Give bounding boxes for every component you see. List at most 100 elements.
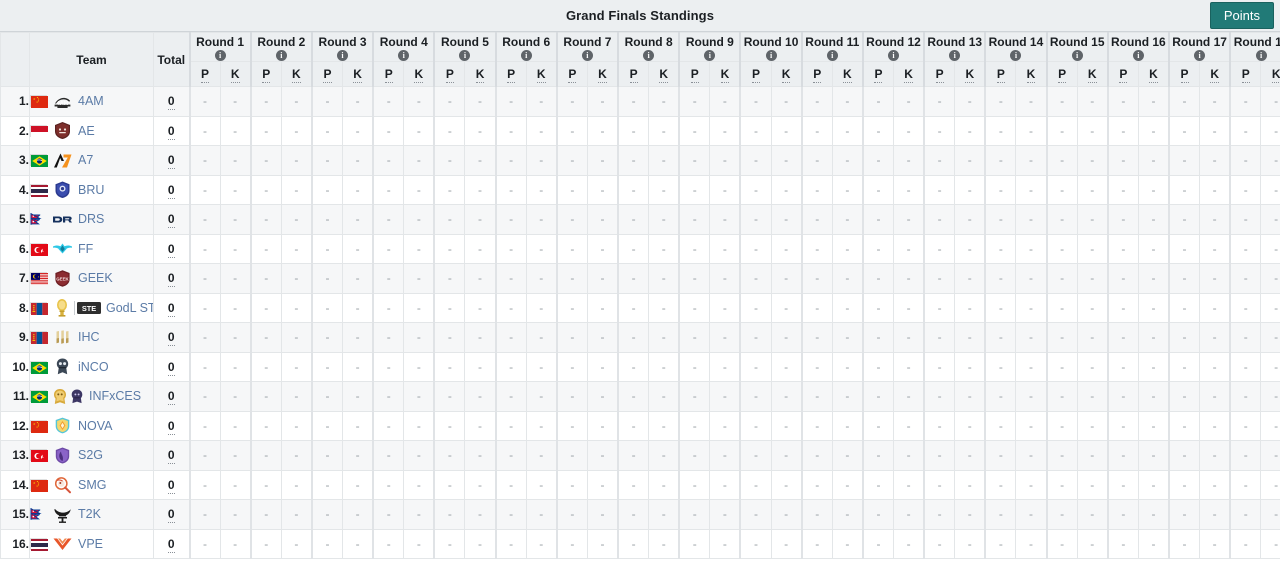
table-row[interactable]: 5. DRS 0- - - - - - - - - - - - - - - - - - - - - - - - - - - - - - - - - -…: [0, 204, 1280, 235]
team-name-link[interactable]: INFxCES: [89, 389, 141, 403]
team-name-link[interactable]: SMG: [78, 478, 106, 492]
total-value[interactable]: 0: [167, 448, 175, 465]
kills-abbr[interactable]: K: [904, 67, 913, 83]
table-row[interactable]: 7. GEEK GEEK 0- - - - - - - - - - - - - - - - - - - - - - - - - - - - -…: [0, 263, 1280, 294]
points-abbr[interactable]: P: [1241, 67, 1250, 83]
points-abbr[interactable]: P: [445, 67, 454, 83]
total-value[interactable]: 0: [167, 212, 175, 229]
table-row[interactable]: 2. AE 0- - - - - - - - - - - - - - - - - - - - - - - - - - - - - - - - - - -…: [0, 115, 1280, 146]
points-abbr[interactable]: P: [752, 67, 761, 83]
info-icon[interactable]: i: [337, 50, 349, 61]
kills-abbr[interactable]: K: [720, 67, 730, 83]
team-name-link[interactable]: 4AM: [78, 94, 104, 108]
total-value[interactable]: 0: [167, 359, 175, 376]
table-row[interactable]: 3. A7 0- - - - - - - - - - - - - - - - - - - - - - - - - - - - - - - - - - -…: [0, 145, 1280, 176]
points-abbr[interactable]: P: [1180, 67, 1189, 83]
table-row[interactable]: 6. FF 0- - - - - - - - - - - - - - - - - - - - - - - - - - - - - - - - - - -…: [0, 233, 1280, 264]
points-button[interactable]: Points: [1209, 2, 1274, 29]
team-name-link[interactable]: iNCO: [78, 360, 109, 374]
team-name-link[interactable]: GEEK: [78, 271, 113, 285]
team-name-link[interactable]: GodL STE: [106, 301, 153, 315]
team-name-link[interactable]: VPE: [78, 537, 103, 551]
team-name-link[interactable]: AE: [78, 124, 95, 138]
kills-abbr[interactable]: K: [598, 67, 607, 83]
points-abbr[interactable]: P: [629, 67, 638, 83]
total-value[interactable]: 0: [167, 536, 175, 553]
points-abbr[interactable]: P: [935, 67, 944, 83]
points-abbr[interactable]: P: [507, 67, 516, 83]
kills-abbr[interactable]: K: [353, 67, 362, 83]
points-abbr[interactable]: P: [262, 67, 271, 83]
standings-table-scroll[interactable]: Team Total Round 1 i Round 2 i Round 3 i Round…: [0, 32, 1280, 562]
info-icon[interactable]: i: [1194, 50, 1206, 61]
table-row[interactable]: 9. IHC 0- - - - - - - - - - - - - - - - - - - - - - - - - - - - - - - - - -…: [0, 322, 1280, 353]
info-icon[interactable]: i: [765, 50, 777, 61]
total-value[interactable]: 0: [167, 300, 175, 317]
total-value[interactable]: 0: [167, 477, 175, 494]
total-value[interactable]: 0: [167, 330, 175, 347]
total-value[interactable]: 0: [167, 389, 175, 406]
team-name-link[interactable]: IHC: [78, 330, 100, 344]
info-icon[interactable]: i: [459, 50, 471, 61]
total-value[interactable]: 0: [167, 94, 175, 111]
table-row[interactable]: 14. SMG 0- - - - - - - - - - - - - - - - - - - - - - - - - - - - - - - - -…: [0, 469, 1280, 500]
total-value[interactable]: 0: [167, 241, 175, 258]
kills-abbr[interactable]: K: [1087, 67, 1097, 83]
team-name-link[interactable]: DRS: [78, 212, 104, 226]
points-abbr[interactable]: P: [813, 67, 822, 83]
points-abbr[interactable]: P: [996, 67, 1005, 83]
kills-abbr[interactable]: K: [475, 67, 485, 83]
kills-abbr[interactable]: K: [1271, 67, 1280, 83]
info-icon[interactable]: i: [1132, 50, 1144, 61]
table-row[interactable]: 8.STEGodL STE0--------------------------…: [0, 292, 1280, 323]
kills-abbr[interactable]: K: [843, 67, 852, 83]
info-icon[interactable]: i: [949, 50, 961, 61]
info-icon[interactable]: i: [704, 50, 716, 61]
kills-abbr[interactable]: K: [230, 67, 240, 83]
table-row[interactable]: 13. S2G 0- - - - - - - - - - - - - - - - - - - - - - - - - - - - - - - - -…: [0, 440, 1280, 471]
points-abbr[interactable]: P: [690, 67, 699, 83]
points-abbr[interactable]: P: [323, 67, 332, 83]
points-abbr[interactable]: P: [201, 67, 210, 83]
info-icon[interactable]: i: [643, 50, 655, 61]
table-row[interactable]: 15. T2K 0- - - - - - - - - - - - - - - - - - - - - - - - - - - - - - - - -…: [0, 499, 1280, 530]
info-icon[interactable]: i: [398, 50, 410, 61]
total-value[interactable]: 0: [167, 123, 175, 140]
kills-abbr[interactable]: K: [659, 67, 669, 83]
table-row[interactable]: 12. NOVA 0- - - - - - - - - - - - - - - - - - - - - - - - - - - - - - - -…: [0, 410, 1280, 441]
team-name-link[interactable]: NOVA: [78, 419, 113, 433]
kills-abbr[interactable]: K: [414, 67, 424, 83]
info-icon[interactable]: i: [826, 50, 838, 61]
points-abbr[interactable]: P: [1119, 67, 1128, 83]
kills-abbr[interactable]: K: [1026, 67, 1036, 83]
kills-abbr[interactable]: K: [1149, 67, 1158, 83]
team-name-link[interactable]: S2G: [78, 448, 103, 462]
total-value[interactable]: 0: [167, 418, 175, 435]
table-row[interactable]: 11. INFxCES 0- - - - - - - - - - - - - - - - - - - - - - - - - - - - -…: [0, 381, 1280, 412]
table-row[interactable]: 1. 4AM 4AM 0- - - - - - - - - - - - - - - - - - - - - - - - - - - - - - -…: [0, 86, 1280, 117]
points-abbr[interactable]: P: [1058, 67, 1067, 83]
info-icon[interactable]: i: [888, 50, 900, 61]
kills-abbr[interactable]: K: [292, 67, 301, 83]
table-row[interactable]: 10. iNCO 0- - - - - - - - - - - - - - - - - - - - - - - - - - - - - - - -…: [0, 351, 1280, 382]
total-value[interactable]: 0: [167, 271, 175, 288]
info-icon[interactable]: i: [520, 50, 532, 61]
total-value[interactable]: 0: [167, 153, 175, 170]
team-name-link[interactable]: A7: [78, 153, 93, 167]
kills-abbr[interactable]: K: [1210, 67, 1219, 83]
team-name-link[interactable]: FF: [78, 242, 93, 256]
info-icon[interactable]: i: [275, 50, 287, 61]
points-abbr[interactable]: P: [384, 67, 393, 83]
kills-abbr[interactable]: K: [536, 67, 546, 83]
team-name-link[interactable]: T2K: [78, 507, 101, 521]
points-abbr[interactable]: P: [874, 67, 883, 83]
info-icon[interactable]: i: [1255, 50, 1267, 61]
kills-abbr[interactable]: K: [965, 67, 975, 83]
info-icon[interactable]: i: [1071, 50, 1083, 61]
info-icon[interactable]: i: [214, 50, 226, 61]
info-icon[interactable]: i: [1010, 50, 1022, 61]
total-value[interactable]: 0: [167, 182, 175, 199]
info-icon[interactable]: i: [581, 50, 593, 61]
table-row[interactable]: 16. VPE 0- - - - - - - - - - - - - - - - - - - - - - - - - - - - - - - - -…: [0, 528, 1280, 559]
points-abbr[interactable]: P: [568, 67, 577, 83]
